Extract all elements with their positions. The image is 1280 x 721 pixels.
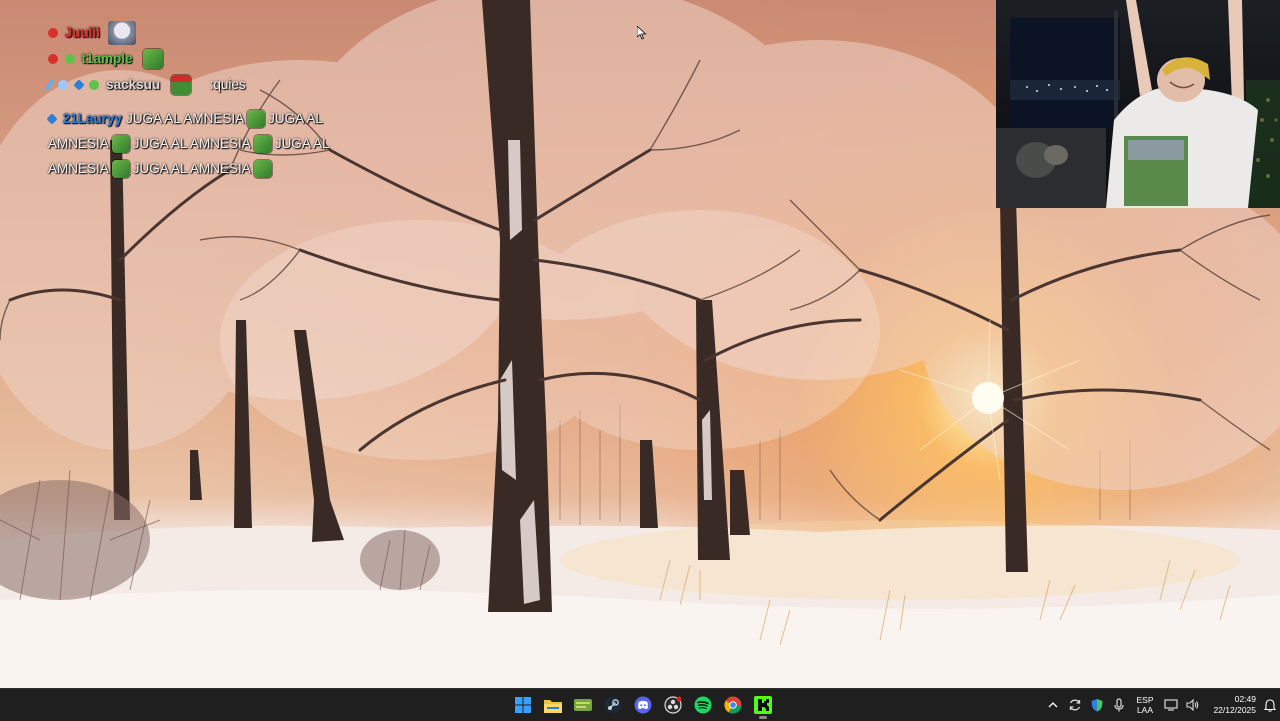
chevron-up-icon — [1048, 702, 1058, 708]
windows-logo-icon — [515, 697, 531, 713]
taskbar-apps — [508, 689, 778, 721]
badge-icon — [46, 113, 58, 126]
file-explorer-button[interactable] — [538, 690, 568, 720]
webcam-overlay — [996, 0, 1280, 208]
network-tray-button[interactable] — [1160, 690, 1182, 720]
discord-button[interactable] — [628, 690, 658, 720]
folder-icon — [544, 699, 562, 713]
steam-icon — [604, 696, 622, 714]
speaker-icon — [1186, 699, 1199, 711]
volume-tray-button[interactable] — [1182, 690, 1204, 720]
monitor-network-icon — [1164, 699, 1178, 711]
taskbar: ESP LAA 02:49 22/12/2025 — [0, 688, 1280, 720]
chat-text: JUGA AL AMNESIA — [132, 161, 251, 176]
badge-icon — [64, 54, 75, 65]
show-hidden-icons-button[interactable] — [1042, 690, 1064, 720]
chat-text: JUGA AL — [268, 111, 323, 126]
chat-overlay: Juulii t1ample sacksuu :quies 21Lauryy JU… — [44, 20, 368, 179]
emote-icon — [253, 135, 272, 154]
badge-icon — [72, 79, 85, 92]
bell-icon — [1264, 698, 1276, 712]
green-cap-icon — [574, 699, 592, 711]
system-tray: ESP LAA 02:49 22/12/2025 — [1042, 689, 1280, 721]
chat-text: AMNESIA — [48, 136, 109, 151]
chat-text: :quies — [209, 77, 246, 92]
sync-icon — [1069, 699, 1081, 711]
clock-date: 22/12/2025 — [1213, 705, 1256, 715]
chat-text: JUGA AL AMNESIA — [132, 136, 251, 151]
kick-button[interactable] — [748, 690, 778, 720]
chat-username: Juulii — [64, 25, 101, 40]
chrome-icon — [724, 696, 742, 714]
defender-shield-icon — [1091, 699, 1103, 712]
chat-message: t1ample — [48, 46, 368, 72]
badge-icon — [48, 54, 58, 65]
chat-message: Juulii — [48, 20, 368, 46]
language-indicator[interactable]: ESP LAA — [1130, 695, 1160, 715]
chat-text: AMNESIA — [48, 161, 109, 176]
badge-icon — [57, 80, 68, 91]
sync-tray-button[interactable] — [1064, 690, 1086, 720]
kick-icon — [754, 696, 772, 714]
start-button[interactable] — [508, 690, 538, 720]
chat-message: 21Lauryy JUGA AL AMNESIA JUGA AL AMNESIA JUG… — [46, 106, 358, 181]
discord-icon — [634, 696, 652, 714]
chat-username: sacksuu — [106, 77, 161, 92]
emote-icon — [170, 75, 191, 96]
clock-time: 02:49 — [1234, 694, 1256, 704]
chat-text: JUGA AL — [274, 136, 330, 151]
steam-button[interactable] — [598, 690, 628, 720]
microphone-icon — [1114, 698, 1124, 712]
emote-icon — [247, 110, 266, 129]
notifications-button[interactable] — [1260, 690, 1280, 720]
microphone-tray-button[interactable] — [1108, 690, 1130, 720]
obs-icon — [664, 696, 682, 714]
badge-icon — [89, 80, 100, 91]
chat-username: t1ample — [81, 51, 133, 66]
security-tray-button[interactable] — [1086, 690, 1108, 720]
spotify-icon — [694, 696, 712, 714]
chat-username: 21Lauryy — [62, 111, 123, 126]
chrome-button[interactable] — [718, 690, 748, 720]
chat-message: sacksuu :quies — [44, 72, 368, 98]
chat-text: JUGA AL AMNESIA — [126, 111, 245, 126]
obs-button[interactable] — [658, 690, 688, 720]
spotify-button[interactable] — [688, 690, 718, 720]
language-code: ESP — [1136, 695, 1154, 705]
keyboard-layout: LAA — [1136, 705, 1154, 715]
mouse-cursor-icon — [637, 26, 647, 40]
badge-icon — [48, 28, 58, 39]
app-button[interactable] — [568, 690, 598, 720]
emote-icon — [143, 49, 164, 70]
emote-icon — [111, 160, 130, 179]
emote-icon — [253, 160, 272, 179]
emote-icon — [107, 21, 136, 46]
emote-icon — [111, 135, 130, 154]
clock-button[interactable]: 02:49 22/12/2025 — [1204, 694, 1256, 716]
